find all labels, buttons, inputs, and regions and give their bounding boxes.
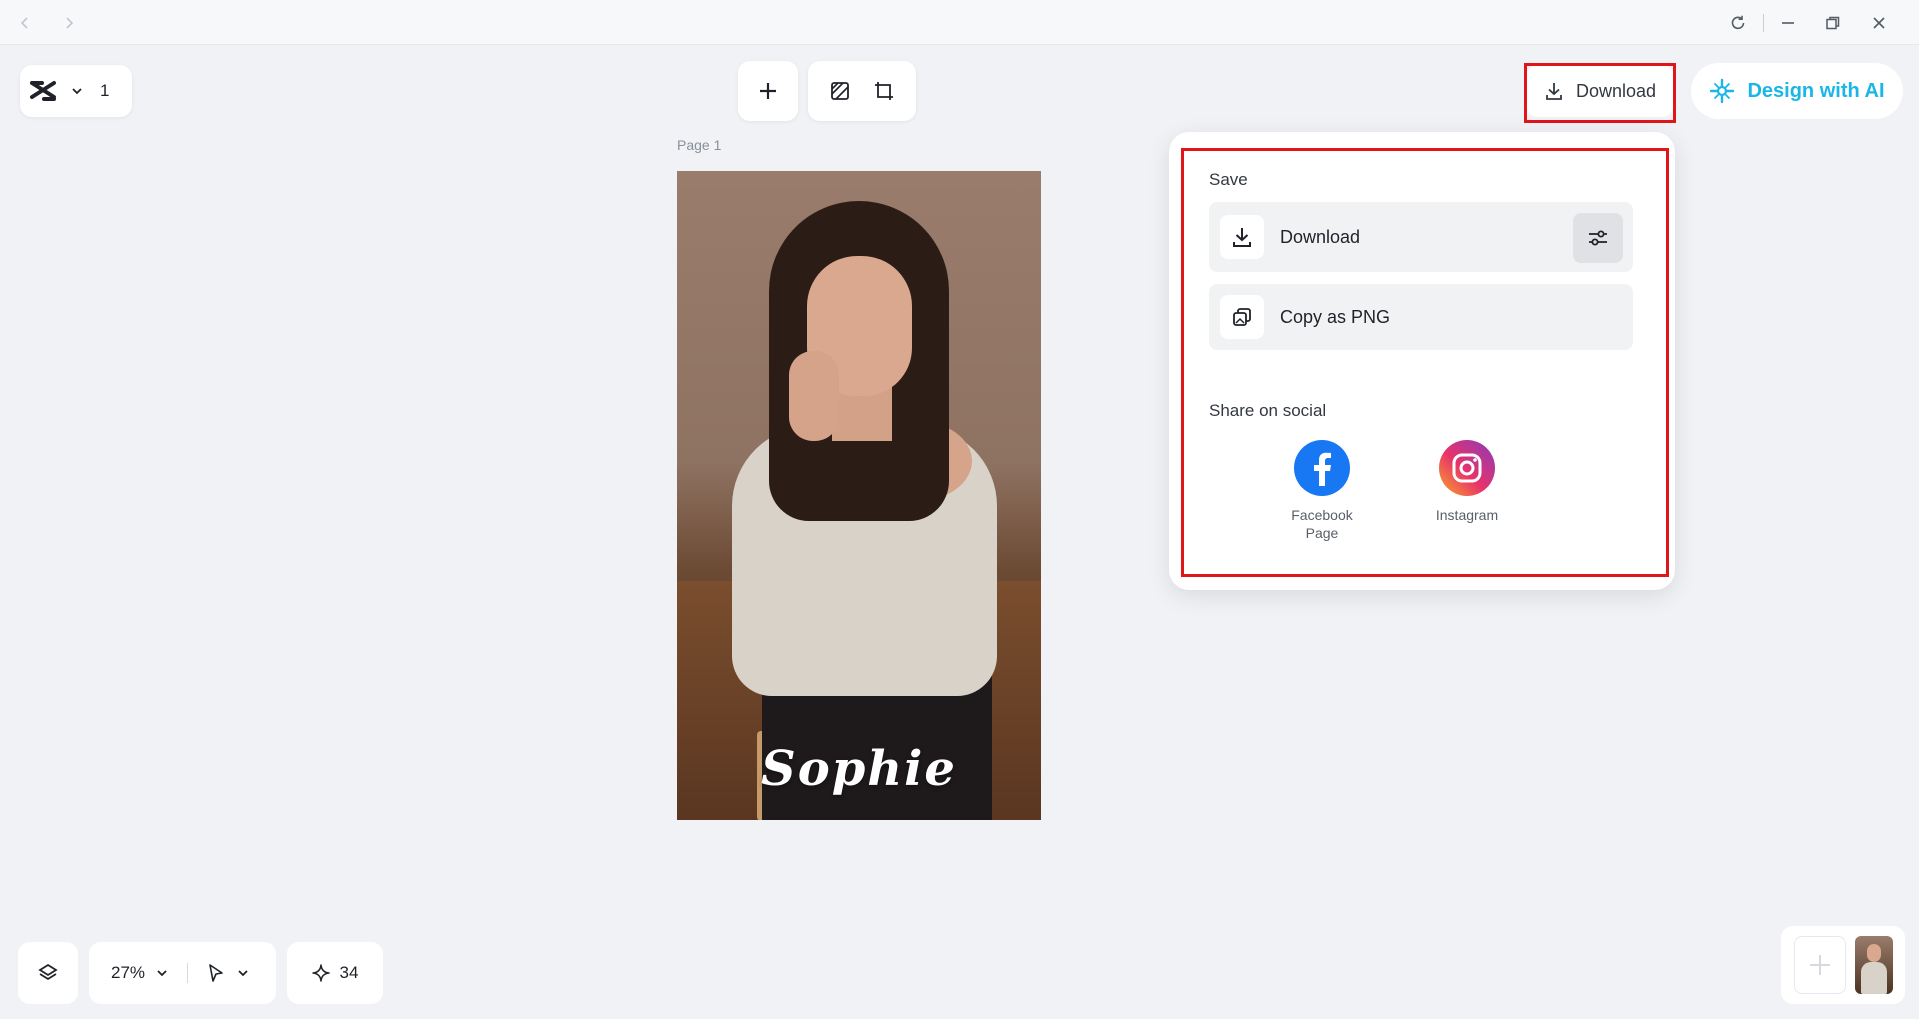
add-page-button[interactable] <box>1793 936 1846 994</box>
facebook-icon <box>1294 440 1350 496</box>
credits-count: 34 <box>339 963 359 982</box>
thumbnail-figure-face <box>1866 944 1881 962</box>
title-bar <box>0 0 1919 45</box>
design-with-ai-button[interactable]: Design with AI <box>1691 63 1903 119</box>
share-section-title: Share on social <box>1209 401 1327 420</box>
canvas-tools <box>808 61 916 121</box>
copy-as-png-label: Copy as PNG <box>1280 306 1391 327</box>
download-button[interactable]: Download <box>1526 65 1674 117</box>
page-label: Page 1 <box>677 137 722 153</box>
copy-as-png-option[interactable]: Copy as PNG <box>1209 284 1633 350</box>
close-icon[interactable] <box>1866 10 1892 36</box>
download-panel: Save Download Copy as PNG Share on socia… <box>1169 132 1675 590</box>
pointer-icon[interactable] <box>206 963 226 983</box>
share-instagram[interactable]: Instagram <box>1422 440 1512 524</box>
resize-icon[interactable] <box>872 79 896 103</box>
download-option-label: Download <box>1280 226 1361 247</box>
titlebar-divider <box>1763 14 1764 32</box>
credits-button[interactable]: 34 <box>287 942 383 1004</box>
save-section-title: Save <box>1209 170 1248 189</box>
app-logo-icon <box>28 79 58 103</box>
download-button-label: Download <box>1575 80 1657 101</box>
artwork-hand <box>789 351 839 441</box>
instagram-label: Instagram <box>1435 507 1499 523</box>
chevron-down-icon[interactable] <box>70 84 84 98</box>
download-settings-button[interactable] <box>1573 213 1623 263</box>
share-facebook-page[interactable]: Facebook Page <box>1277 440 1367 542</box>
brand-menu[interactable]: 1 <box>20 65 132 117</box>
download-option[interactable]: Download <box>1209 202 1633 272</box>
plus-icon <box>757 80 779 102</box>
forward-icon[interactable] <box>56 10 82 36</box>
minimize-icon[interactable] <box>1775 10 1801 36</box>
layers-icon <box>37 962 59 984</box>
layers-button[interactable] <box>18 942 78 1004</box>
facebook-label-line2: Page <box>1305 525 1339 541</box>
restore-icon[interactable] <box>1820 10 1846 36</box>
design-with-ai-label: Design with AI <box>1747 79 1885 102</box>
zoom-level[interactable]: 27% <box>111 963 145 983</box>
back-icon[interactable] <box>12 10 38 36</box>
zoom-chevron-down-icon[interactable] <box>155 966 169 980</box>
page-count: 1 <box>100 81 110 100</box>
sparkle-icon <box>311 964 330 982</box>
sliders-icon <box>1586 226 1610 250</box>
instagram-icon <box>1439 440 1495 496</box>
refresh-icon[interactable] <box>1725 10 1751 36</box>
page-thumbnails <box>1781 926 1905 1004</box>
page-thumbnail[interactable] <box>1854 936 1893 994</box>
thumbnail-figure-body <box>1860 962 1887 994</box>
background-icon[interactable] <box>829 80 851 102</box>
download-icon <box>1220 215 1264 259</box>
ai-sparkle-icon <box>1709 78 1735 104</box>
pointer-chevron-down-icon[interactable] <box>236 966 250 980</box>
copy-image-icon <box>1220 295 1264 339</box>
facebook-label: Facebook <box>1291 507 1353 523</box>
download-icon <box>1544 81 1564 101</box>
add-button[interactable] <box>738 61 798 121</box>
artboard[interactable]: Sophie <box>677 171 1041 820</box>
zoom-divider <box>187 963 189 983</box>
artwork-name-text[interactable]: Sophie <box>677 741 1041 797</box>
zoom-and-pointer-controls: 27% <box>89 942 276 1004</box>
plus-icon <box>1807 952 1833 978</box>
